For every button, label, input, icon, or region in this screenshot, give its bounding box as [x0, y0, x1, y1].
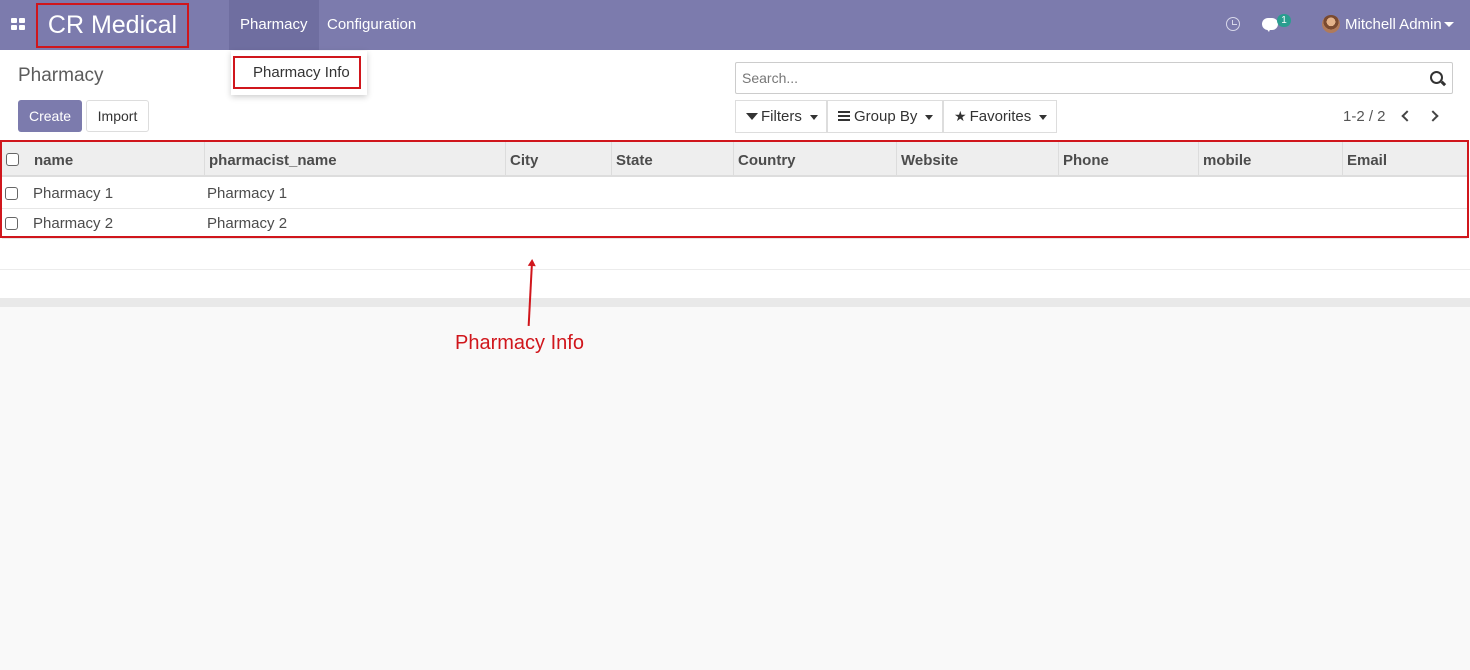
search-bar — [735, 62, 1453, 94]
chat-count-badge: 1 — [1277, 14, 1291, 27]
table-footer — [0, 298, 1470, 307]
search-icon[interactable] — [1430, 71, 1443, 84]
group-by-label: Group By — [854, 108, 918, 125]
caret-down-icon — [925, 114, 934, 120]
favorites-button[interactable]: ★ Favorites — [943, 100, 1057, 133]
caret-down-icon — [1039, 114, 1048, 120]
pharmacy-dropdown-menu: Pharmacy Info — [231, 51, 367, 95]
import-button[interactable]: Import — [86, 100, 149, 132]
menu-item-pharmacy-info[interactable]: Pharmacy Info — [233, 56, 361, 89]
highlight-box — [0, 140, 1469, 238]
filters-label: Filters — [761, 108, 802, 125]
menu-configuration[interactable]: Configuration — [316, 0, 427, 50]
caret-down-icon — [809, 114, 818, 120]
filter-icon — [746, 112, 758, 120]
apps-menu-icon[interactable] — [11, 18, 25, 30]
divider — [0, 269, 1470, 270]
list-view: name pharmacist_name City State Country … — [0, 138, 1470, 298]
favorites-label: Favorites — [969, 108, 1032, 125]
pager-value[interactable]: 1-2 / 2 — [1343, 108, 1386, 125]
search-input[interactable] — [742, 63, 1422, 93]
avatar[interactable] — [1322, 15, 1340, 33]
control-panel: Pharmacy Create Import Filters Group By … — [0, 50, 1470, 138]
chevron-left-icon[interactable] — [1401, 110, 1413, 122]
create-button[interactable]: Create — [18, 100, 82, 132]
chevron-right-icon[interactable] — [1427, 110, 1439, 122]
filters-button[interactable]: Filters — [735, 100, 827, 133]
menu-pharmacy[interactable]: Pharmacy — [229, 0, 319, 50]
page-title: Pharmacy — [18, 65, 104, 86]
annotation-label: Pharmacy Info — [455, 332, 584, 354]
activity-clock-icon[interactable] — [1226, 17, 1240, 31]
top-navbar: CR Medical Pharmacy Configuration 1 Mitc… — [0, 0, 1470, 50]
user-caret-icon[interactable] — [1444, 22, 1454, 27]
user-menu-name[interactable]: Mitchell Admin — [1345, 0, 1442, 50]
brand-title[interactable]: CR Medical — [36, 3, 189, 48]
star-icon: ★ — [954, 107, 967, 124]
group-by-button[interactable]: Group By — [827, 100, 943, 133]
chat-icon[interactable] — [1262, 18, 1278, 32]
list-icon — [838, 111, 850, 122]
